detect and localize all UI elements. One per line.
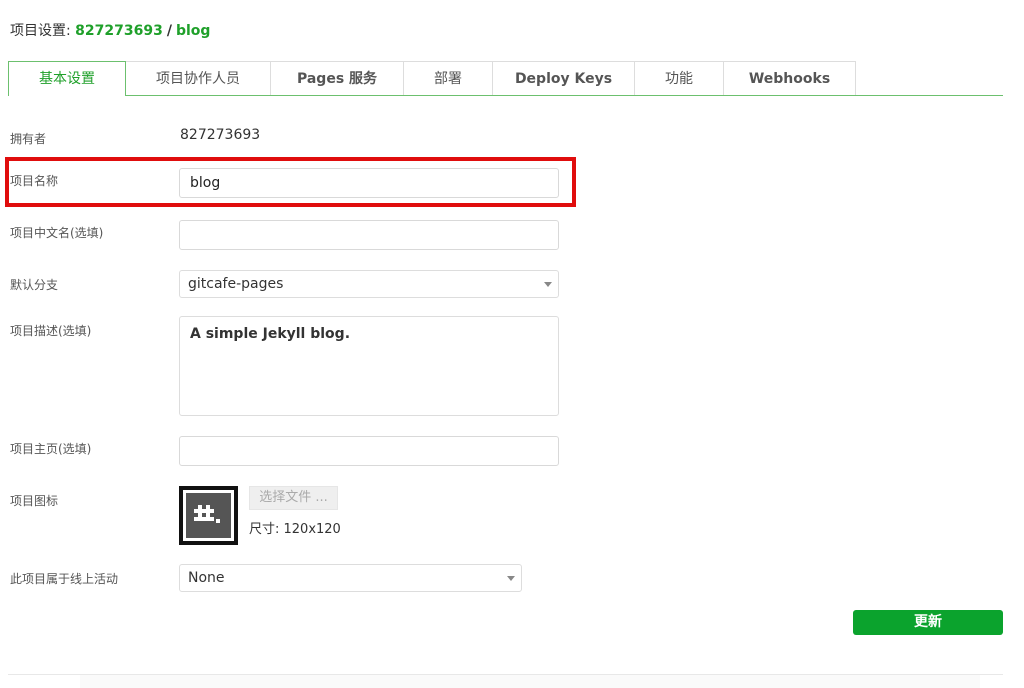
chevron-down-icon: [507, 576, 515, 581]
project-cn-name-label: 项目中文名(选填): [10, 226, 104, 240]
tab-label: 部署: [434, 71, 462, 87]
description-label: 项目描述(选填): [10, 324, 92, 338]
breadcrumb: 项目设置: 827273693/blog: [10, 20, 210, 40]
project-cn-name-input[interactable]: [179, 220, 559, 250]
project-icon-label: 项目图标: [10, 494, 59, 508]
tab-pages-service[interactable]: Pages 服务: [270, 61, 404, 95]
project-name-label: 项目名称: [10, 174, 59, 188]
breadcrumb-owner-link[interactable]: 827273693: [75, 23, 163, 39]
breadcrumb-project-link[interactable]: blog: [176, 23, 210, 39]
tab-webhooks[interactable]: Webhooks: [723, 61, 856, 95]
tab-label: Pages 服务: [296, 71, 378, 87]
icon-size-text: 尺寸: 120x120: [249, 522, 341, 537]
tab-deploy-keys[interactable]: Deploy Keys: [492, 61, 635, 95]
owner-value: 827273693: [180, 127, 261, 143]
tab-features[interactable]: 功能: [634, 61, 724, 95]
tab-label: Webhooks: [748, 71, 831, 87]
homepage-label: 项目主页(选填): [10, 442, 92, 456]
footer-shade: [80, 675, 980, 688]
description-value: A simple Jekyll blog.: [190, 326, 351, 342]
tab-label: 基本设置: [39, 71, 95, 87]
default-branch-value: gitcafe-pages: [188, 276, 284, 292]
owner-label: 拥有者: [10, 132, 47, 146]
homepage-input[interactable]: [179, 436, 559, 466]
tab-label: 项目协作人员: [156, 71, 240, 87]
tab-label: 功能: [665, 71, 693, 87]
activity-select[interactable]: None: [179, 564, 522, 592]
project-icon-image: [179, 486, 238, 545]
tab-collaborators[interactable]: 项目协作人员: [125, 61, 271, 95]
tab-basic-settings[interactable]: 基本设置: [8, 61, 126, 96]
breadcrumb-separator: /: [166, 23, 172, 39]
update-button[interactable]: 更新: [853, 610, 1003, 635]
settings-tabs: 基本设置 项目协作人员 Pages 服务 部署 Deploy Keys 功能 W…: [8, 61, 1003, 96]
description-textarea[interactable]: A simple Jekyll blog.: [179, 316, 559, 416]
default-branch-label: 默认分支: [10, 278, 59, 292]
tab-deploy[interactable]: 部署: [403, 61, 493, 95]
hash-icon: [194, 505, 220, 523]
project-name-input[interactable]: [179, 168, 559, 198]
activity-value: None: [188, 570, 225, 586]
choose-file-button[interactable]: 选择文件 ...: [249, 486, 338, 510]
activity-label: 此项目属于线上活动: [10, 572, 119, 586]
chevron-down-icon: [544, 282, 552, 287]
default-branch-select[interactable]: gitcafe-pages: [179, 270, 559, 298]
breadcrumb-prefix: 项目设置:: [10, 23, 71, 39]
tab-label: Deploy Keys: [514, 71, 613, 87]
